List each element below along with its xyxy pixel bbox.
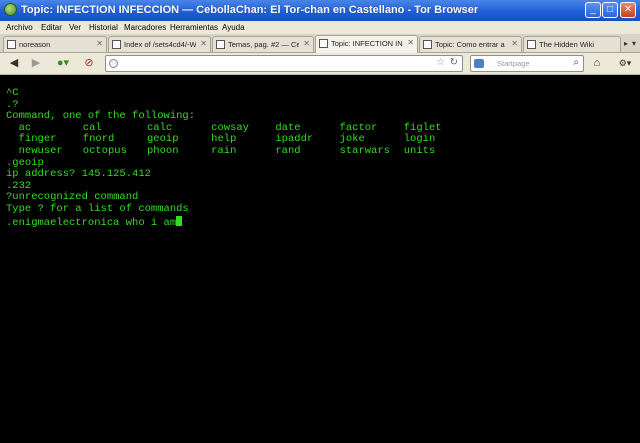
tab-topic-infection[interactable]: Topic: INFECTION INF... ✕ [315, 35, 418, 53]
window-title: Topic: INFECTION INFECCION — CebollaChan… [21, 4, 479, 16]
https-everywhere-icon[interactable]: ⚙▾ [614, 56, 636, 71]
terminal-line: ?unrecognized command [6, 191, 139, 204]
tor-browser-icon [4, 3, 17, 16]
back-arrow-icon[interactable]: ◀ [6, 56, 22, 71]
tab-list-icon[interactable]: ▾ [632, 39, 636, 48]
close-tab-icon[interactable]: ✕ [200, 39, 207, 48]
tab-noreason[interactable]: noreason ✕ [3, 36, 107, 52]
command-name: octopus [82, 144, 127, 157]
command-name: units [403, 144, 436, 157]
reload-icon[interactable]: ↻ [450, 57, 458, 68]
cebollachan-icon [319, 39, 328, 48]
page-icon [112, 40, 121, 49]
close-tab-icon[interactable]: ✕ [511, 39, 518, 48]
terminal-line: ^C [6, 87, 19, 99]
window-title-bar: Topic: INFECTION INFECCION — CebollaChan… [0, 0, 640, 21]
minimize-button[interactable]: _ [585, 2, 601, 18]
command-name: starwars [339, 144, 390, 157]
menu-bar: Archivo Editar Ver Historial Marcadores … [0, 21, 640, 34]
search-placeholder: Startpage [497, 59, 530, 68]
menu-ver[interactable]: Ver [69, 23, 81, 32]
bookmark-star-icon[interactable]: ☆ [436, 57, 445, 68]
menu-archivo[interactable]: Archivo [6, 23, 33, 32]
terminal-line: .232 [6, 179, 32, 192]
search-bar[interactable]: Startpage ⌕ [470, 55, 584, 72]
menu-historial[interactable]: Historial [89, 23, 118, 32]
url-bar[interactable]: ☆ ↻ [105, 55, 463, 72]
search-engine-icon[interactable] [474, 59, 484, 68]
command-name: phoon [146, 144, 179, 157]
command-name: login [403, 133, 436, 146]
text-cursor [176, 215, 183, 226]
tab-bar: noreason ✕ Index of /sets4cd4/-W... ✕ Te… [0, 34, 640, 53]
tab-hidden-wiki[interactable]: The Hidden Wiki [523, 36, 621, 52]
terminal-line: Type ? for a list of commands [6, 202, 189, 215]
close-tab-icon[interactable]: ✕ [303, 39, 310, 48]
cebollachan-icon [423, 40, 432, 49]
terminal-output: ^C .? Command, one of the following: ac c… [6, 87, 442, 229]
torbutton-onion-icon[interactable]: ●▾ [52, 56, 74, 71]
tab-temas[interactable]: Temas, pag. #2 — Ce... ✕ [212, 36, 314, 52]
menu-editar[interactable]: Editar [41, 23, 62, 32]
search-icon[interactable]: ⌕ [573, 57, 579, 68]
tab-label: The Hidden Wiki [539, 40, 595, 49]
tab-label: noreason [19, 40, 51, 49]
maximize-button[interactable]: □ [602, 2, 618, 18]
command-name: rain [211, 144, 237, 157]
terminal-line: ip address? 145.125.412 [6, 168, 151, 181]
tab-label: Index of /sets4cd4/-W... [124, 40, 196, 49]
hidden-wiki-icon [527, 40, 536, 49]
close-button[interactable]: ✕ [620, 2, 636, 18]
menu-herramientas[interactable]: Herramientas [170, 23, 218, 32]
forward-arrow-icon[interactable]: ▶ [28, 56, 44, 71]
command-name: rand [275, 144, 301, 157]
page-content: ^C .? Command, one of the following: ac c… [0, 75, 640, 443]
tab-label: Topic: Como entrar a f... [435, 40, 507, 49]
noscript-icon[interactable]: ⊘ [82, 56, 96, 71]
navigation-toolbar: ◀ ▶ ●▾ ⊘ ☆ ↻ Startpage ⌕ ⌂ ⚙▾ [0, 53, 640, 75]
terminal-line: Command, one of the following: [6, 110, 196, 123]
terminal-line: .geoip [6, 156, 44, 169]
tab-label: Topic: INFECTION INF... [331, 39, 403, 48]
menu-ayuda[interactable]: Ayuda [222, 23, 245, 32]
tab-label: Temas, pag. #2 — Ce... [228, 40, 299, 49]
page-icon [7, 40, 16, 49]
terminal-line: .? [6, 98, 19, 111]
close-tab-icon[interactable]: ✕ [96, 39, 103, 48]
terminal-input[interactable]: .enigmaelectronica who i am [6, 217, 176, 229]
cebollachan-icon [216, 40, 225, 49]
home-icon[interactable]: ⌂ [590, 56, 604, 71]
site-identity-icon[interactable] [109, 59, 118, 68]
tab-scroll-right-icon[interactable]: ▸ [624, 39, 628, 48]
tab-index-of[interactable]: Index of /sets4cd4/-W... ✕ [108, 36, 211, 52]
close-tab-icon[interactable]: ✕ [407, 38, 414, 47]
command-name: figlet [403, 121, 442, 134]
tab-topic-como-entrar[interactable]: Topic: Como entrar a f... ✕ [419, 36, 522, 52]
menu-marcadores[interactable]: Marcadores [124, 23, 166, 32]
